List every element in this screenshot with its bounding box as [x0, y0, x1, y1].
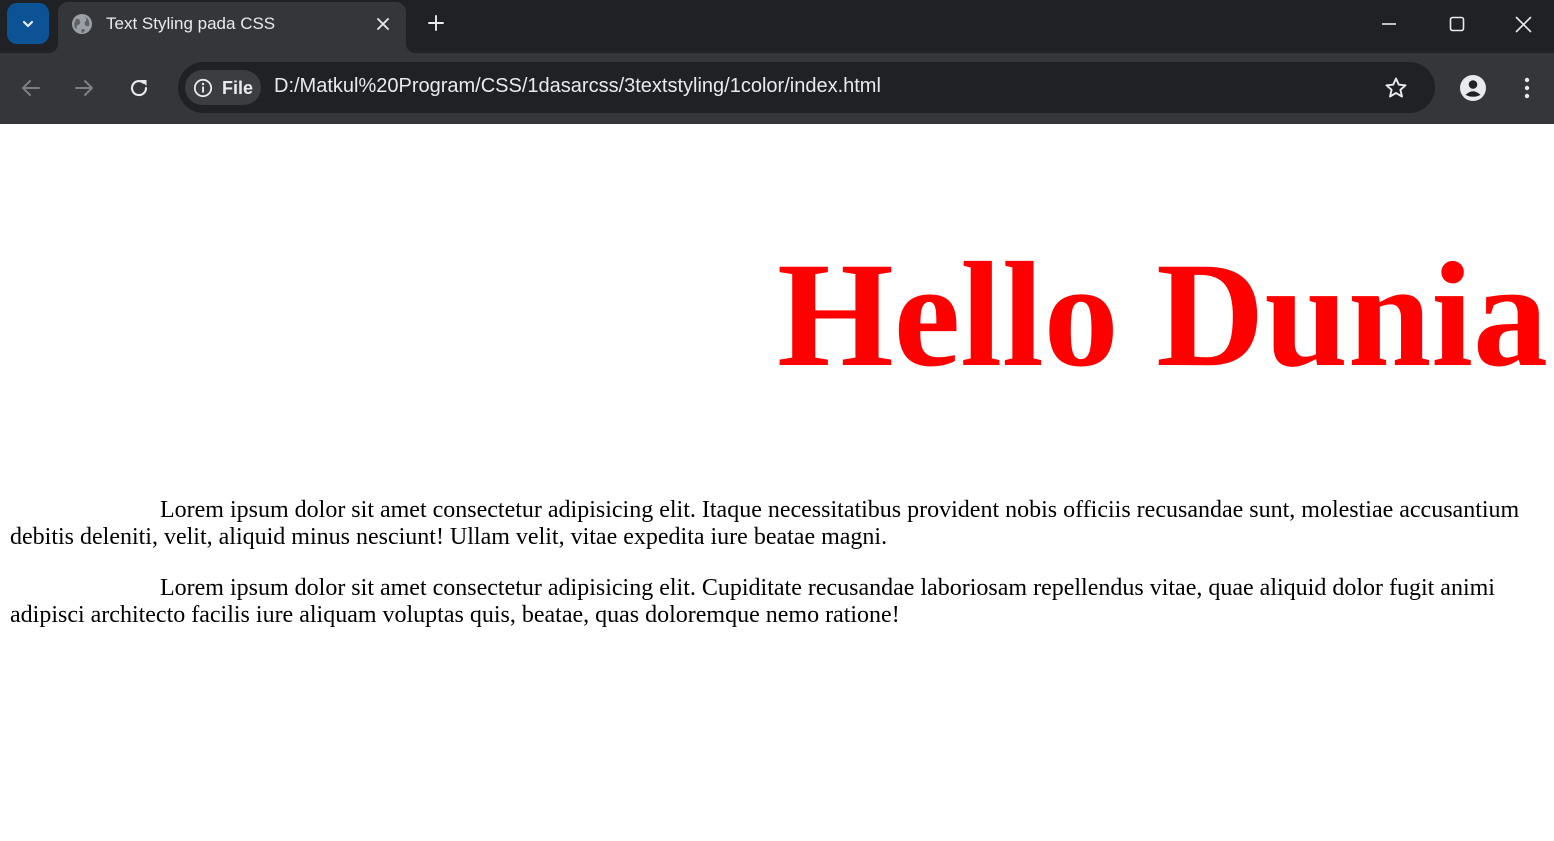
- new-tab-button[interactable]: [422, 9, 450, 37]
- paragraph: Lorem ipsum dolor sit amet consectetur a…: [10, 575, 1495, 628]
- site-info-chip[interactable]: File: [185, 70, 261, 105]
- profile-button[interactable]: [1456, 71, 1490, 105]
- url-text[interactable]: D:/Matkul%20Program/CSS/1dasarcss/3texts…: [274, 75, 881, 98]
- browser-toolbar: File D:/Matkul%20Program/CSS/1dasarcss/3…: [0, 53, 1554, 124]
- profile-icon: [1460, 75, 1486, 101]
- tab-title: Text Styling pada CSS: [106, 14, 276, 33]
- tab-strip: Text Styling pada CSS: [0, 0, 1554, 53]
- site-info-label: File: [222, 78, 254, 98]
- close-window-button[interactable]: [1492, 0, 1554, 48]
- browser-window: Text Styling pada CSS File D:/Matkul%20P…: [0, 0, 1554, 841]
- arrow-right-icon: [75, 80, 93, 96]
- globe-icon: [72, 14, 92, 34]
- reload-icon: [131, 80, 148, 97]
- star-icon: [1385, 77, 1407, 98]
- maximize-button[interactable]: [1423, 0, 1491, 48]
- minimize-button[interactable]: [1355, 0, 1423, 48]
- close-icon: [377, 18, 389, 30]
- maximize-icon: [1449, 16, 1465, 32]
- minimize-icon: [1382, 23, 1396, 25]
- forward-button[interactable]: [66, 70, 102, 106]
- address-bar[interactable]: File D:/Matkul%20Program/CSS/1dasarcss/3…: [178, 62, 1435, 113]
- bookmark-button[interactable]: [1382, 74, 1410, 102]
- back-button[interactable]: [13, 70, 49, 106]
- plus-icon: [428, 15, 444, 31]
- close-tab-button[interactable]: [371, 12, 395, 36]
- page-viewport: Hello Dunia Lorem ipsum dolor sit amet c…: [0, 124, 1554, 841]
- tab-active[interactable]: Text Styling pada CSS: [48, 2, 416, 53]
- kebab-menu-icon: [1524, 77, 1530, 99]
- reload-button[interactable]: [121, 70, 157, 106]
- page-heading: Hello Dunia: [777, 232, 1548, 398]
- chevron-down-icon: [22, 20, 34, 27]
- paragraph: Lorem ipsum dolor sit amet consectetur a…: [10, 497, 1520, 550]
- arrow-left-icon: [22, 80, 40, 96]
- tab-search-button[interactable]: [7, 3, 49, 44]
- info-icon: [193, 78, 213, 98]
- close-icon: [1515, 16, 1531, 32]
- browser-menu-button[interactable]: [1512, 71, 1542, 105]
